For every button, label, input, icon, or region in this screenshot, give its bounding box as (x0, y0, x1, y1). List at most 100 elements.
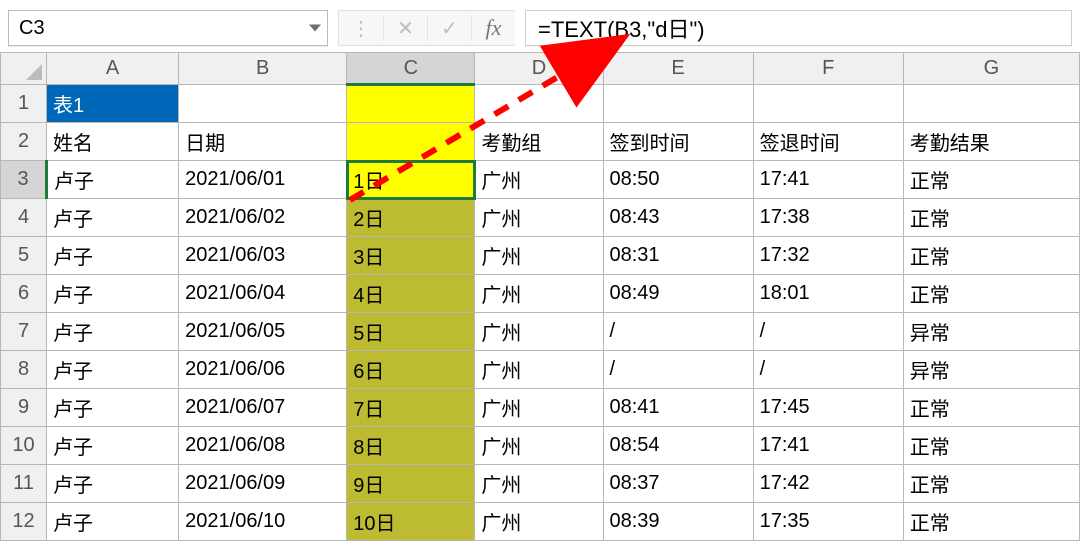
name-box[interactable]: C3 (8, 10, 328, 46)
col-header-G[interactable]: G (903, 53, 1079, 85)
cell-name[interactable]: 卢子 (47, 465, 179, 503)
cell-date[interactable]: 2021/06/02 (179, 199, 347, 237)
cell-group[interactable]: 广州 (475, 427, 603, 465)
cell-name[interactable]: 卢子 (47, 275, 179, 313)
row-header[interactable]: 2 (1, 123, 47, 161)
cell-in[interactable]: 08:50 (603, 161, 753, 199)
cell-date[interactable]: 2021/06/03 (179, 237, 347, 275)
cell-group[interactable]: 广州 (475, 237, 603, 275)
cell-name[interactable]: 卢子 (47, 199, 179, 237)
cell-day[interactable]: 4日 (347, 275, 475, 313)
cell-in[interactable]: 08:39 (603, 503, 753, 541)
cell[interactable] (603, 85, 753, 123)
cell-name[interactable]: 卢子 (47, 237, 179, 275)
cell-out[interactable]: 17:38 (753, 199, 903, 237)
chevron-down-icon[interactable] (309, 25, 321, 32)
cell-in[interactable]: / (603, 351, 753, 389)
cell[interactable] (179, 85, 347, 123)
cell[interactable] (475, 85, 603, 123)
row-header[interactable]: 11 (1, 465, 47, 503)
cell-group[interactable]: 广州 (475, 275, 603, 313)
cell-group[interactable]: 广州 (475, 199, 603, 237)
header-result[interactable]: 考勤结果 (903, 123, 1079, 161)
cell-day[interactable]: 10日 (347, 503, 475, 541)
cell-day[interactable]: 3日 (347, 237, 475, 275)
cell-date[interactable]: 2021/06/05 (179, 313, 347, 351)
cell-name[interactable]: 卢子 (47, 389, 179, 427)
cell-name[interactable]: 卢子 (47, 503, 179, 541)
cell-out[interactable]: 17:32 (753, 237, 903, 275)
cell-res[interactable]: 正常 (903, 199, 1079, 237)
cell-day[interactable]: 7日 (347, 389, 475, 427)
row-header[interactable]: 8 (1, 351, 47, 389)
row-header[interactable]: 1 (1, 85, 47, 123)
col-header-E[interactable]: E (603, 53, 753, 85)
cell-res[interactable]: 正常 (903, 237, 1079, 275)
cell-name[interactable]: 卢子 (47, 351, 179, 389)
cell-date[interactable]: 2021/06/10 (179, 503, 347, 541)
cell-out[interactable]: 17:42 (753, 465, 903, 503)
cell-out[interactable]: 17:41 (753, 161, 903, 199)
cell-date[interactable]: 2021/06/04 (179, 275, 347, 313)
cell-day[interactable]: 6日 (347, 351, 475, 389)
cell-in[interactable]: 08:49 (603, 275, 753, 313)
cell-day[interactable]: 2日 (347, 199, 475, 237)
row-header[interactable]: 7 (1, 313, 47, 351)
cell[interactable] (753, 85, 903, 123)
col-header-F[interactable]: F (753, 53, 903, 85)
more-icon[interactable]: ⋮ (339, 16, 383, 41)
cell-out[interactable]: 17:45 (753, 389, 903, 427)
header-name[interactable]: 姓名 (47, 123, 179, 161)
row-header[interactable]: 3 (1, 161, 47, 199)
cell-name[interactable]: 卢子 (47, 427, 179, 465)
cell-day[interactable]: 8日 (347, 427, 475, 465)
cell-out[interactable]: 17:41 (753, 427, 903, 465)
cell-day[interactable]: 5日 (347, 313, 475, 351)
row-header[interactable]: 4 (1, 199, 47, 237)
cell-in[interactable]: 08:41 (603, 389, 753, 427)
row-header[interactable]: 12 (1, 503, 47, 541)
cell-res[interactable]: 正常 (903, 389, 1079, 427)
col-header-C[interactable]: C (347, 53, 475, 85)
cell-date[interactable]: 2021/06/07 (179, 389, 347, 427)
cell-date[interactable]: 2021/06/01 (179, 161, 347, 199)
row-header[interactable]: 6 (1, 275, 47, 313)
cell-res[interactable]: 正常 (903, 503, 1079, 541)
col-header-D[interactable]: D (475, 53, 603, 85)
cell-group[interactable]: 广州 (475, 313, 603, 351)
row-header[interactable]: 9 (1, 389, 47, 427)
fx-icon[interactable]: fx (471, 15, 515, 41)
cell-res[interactable]: 异常 (903, 351, 1079, 389)
header-group[interactable]: 考勤组 (475, 123, 603, 161)
row-header[interactable]: 10 (1, 427, 47, 465)
cell-group[interactable]: 广州 (475, 161, 603, 199)
cell-day[interactable]: 9日 (347, 465, 475, 503)
header-checkout[interactable]: 签退时间 (753, 123, 903, 161)
cell-date[interactable]: 2021/06/09 (179, 465, 347, 503)
header-date[interactable]: 日期 (179, 123, 347, 161)
cell-group[interactable]: 广州 (475, 351, 603, 389)
cell-in[interactable]: 08:54 (603, 427, 753, 465)
cell-name[interactable]: 卢子 (47, 161, 179, 199)
cell-in[interactable]: 08:31 (603, 237, 753, 275)
cell-res[interactable]: 正常 (903, 161, 1079, 199)
cell-group[interactable]: 广州 (475, 465, 603, 503)
cell-in[interactable]: 08:43 (603, 199, 753, 237)
cell-group[interactable]: 广州 (475, 503, 603, 541)
cell-date[interactable]: 2021/06/08 (179, 427, 347, 465)
cell-out[interactable]: 17:35 (753, 503, 903, 541)
col-header-B[interactable]: B (179, 53, 347, 85)
cell-name[interactable]: 卢子 (47, 313, 179, 351)
cell-day-active[interactable]: 1日 (347, 161, 475, 199)
cell-group[interactable]: 广州 (475, 389, 603, 427)
cell[interactable] (903, 85, 1079, 123)
cell-out[interactable]: 18:01 (753, 275, 903, 313)
cell-out[interactable]: / (753, 313, 903, 351)
cell-out[interactable]: / (753, 351, 903, 389)
col-header-A[interactable]: A (47, 53, 179, 85)
spreadsheet-grid[interactable]: A B C D E F G 1 表1 2 姓名 日期 考勤组 签到时间 签退时间 (0, 52, 1080, 541)
table-title-cell[interactable]: 表1 (47, 85, 179, 123)
cell-in[interactable]: / (603, 313, 753, 351)
cell-res[interactable]: 正常 (903, 275, 1079, 313)
formula-input[interactable]: =TEXT(B3,"d日") (525, 10, 1072, 46)
